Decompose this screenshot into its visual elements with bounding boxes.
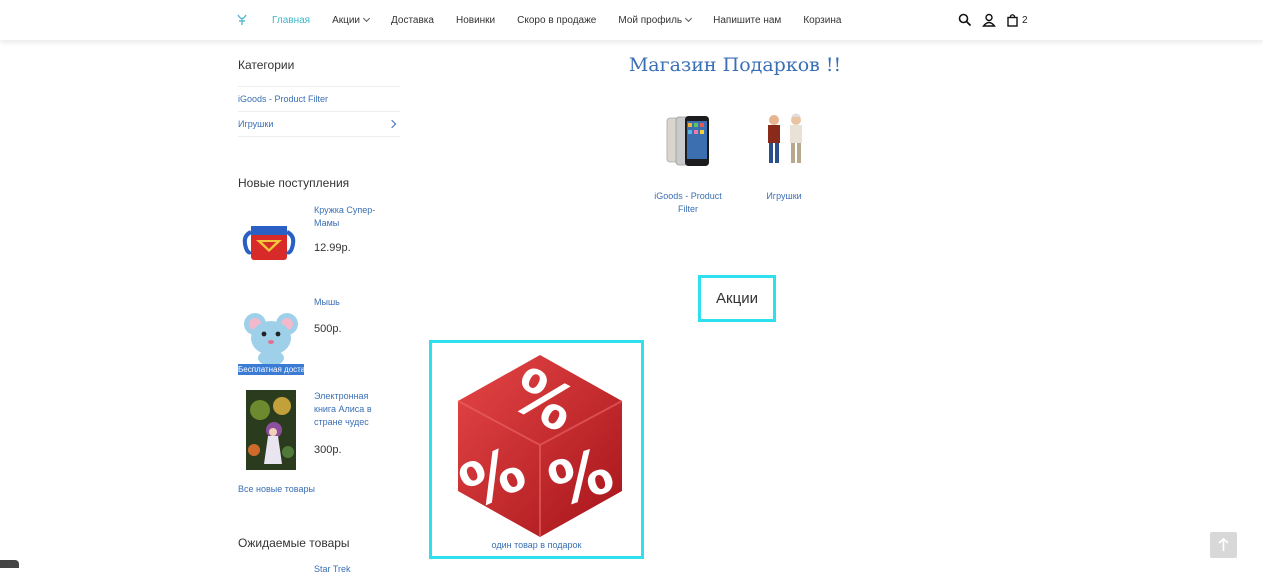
nav-coming-soon[interactable]: Скоро в продаже — [517, 15, 596, 26]
nav-my-profile-label: Мой профиль — [618, 14, 683, 26]
user-icon[interactable] — [982, 13, 996, 27]
chevron-down-icon — [362, 14, 371, 23]
sidebar-category-label: Игрушки — [238, 119, 274, 129]
sidebar-category-igoods[interactable]: iGoods - Product Filter — [238, 87, 400, 112]
new-arrivals-heading: Новые поступления — [238, 176, 350, 190]
chevron-down-icon — [685, 14, 693, 23]
cart-icon[interactable] — [1006, 13, 1020, 27]
promotions-heading: Акции — [698, 275, 776, 322]
nav-promotions[interactable]: Акции — [332, 14, 371, 26]
toy-figures-image[interactable] — [744, 106, 824, 176]
sidebar-category-toys[interactable]: Игрушки — [238, 112, 400, 137]
nav-delivery[interactable]: Доставка — [391, 15, 434, 26]
nav-contact[interactable]: Напишите нам — [713, 15, 781, 26]
nav-new[interactable]: Новинки — [456, 15, 495, 26]
all-new-products-link[interactable]: Все новые товары — [238, 484, 315, 494]
mug-image[interactable] — [238, 204, 304, 284]
chevron-right-icon[interactable] — [387, 119, 397, 129]
settings-corner-icon[interactable] — [0, 560, 19, 568]
category-card-label: iGoods - Product Filter — [654, 191, 722, 214]
category-card-igoods[interactable]: iGoods - Product Filter — [648, 106, 728, 216]
nav-promotions-label: Акции — [332, 14, 361, 26]
iphone-image[interactable] — [648, 106, 728, 176]
search-icon[interactable] — [958, 13, 972, 27]
category-card-toys[interactable]: Игрушки — [744, 106, 824, 203]
logo-icon[interactable] — [236, 13, 248, 26]
main-nav: Главная Акции Доставка Новинки Скоро в п… — [272, 0, 863, 40]
percent-dice-image[interactable]: % % % — [432, 351, 641, 546]
sidebar-category-label: iGoods - Product Filter — [238, 94, 329, 104]
product-name-link[interactable]: Мышь — [314, 296, 386, 309]
product-price: 300р. — [314, 444, 342, 456]
product-name-link[interactable]: Электронная книга Алиса в стране чудес — [314, 390, 386, 429]
free-shipping-badge: Бесплатная доставка — [238, 364, 304, 375]
cart-count-badge: 2 — [1022, 14, 1028, 26]
promo-item-card[interactable]: % % % один товар в подарок — [429, 340, 644, 559]
top-navigation-bar: Главная Акции Доставка Новинки Скоро в п… — [0, 0, 1263, 40]
book-cover-image[interactable] — [238, 390, 304, 470]
promotions-heading-text: Акции — [716, 290, 758, 307]
nav-home[interactable]: Главная — [272, 15, 310, 26]
nav-cart[interactable]: Корзина — [803, 15, 841, 26]
product-name-link[interactable]: Кружка Супер-Мамы — [314, 204, 386, 230]
product-price: 500р. — [314, 323, 342, 335]
categories-heading: Категории — [238, 58, 295, 72]
page-title: Магазин Подарков !! — [628, 54, 842, 76]
promo-item-label[interactable]: один товар в подарок — [432, 540, 641, 550]
header-icons: 2 — [958, 13, 1028, 27]
product-price: 12.99р. — [314, 242, 351, 254]
categories-list: iGoods - Product Filter Игрушки — [238, 86, 400, 137]
category-card-label: Игрушки — [766, 191, 802, 201]
scroll-to-top-button[interactable] — [1210, 532, 1237, 558]
nav-my-profile[interactable]: Мой профиль — [618, 14, 693, 26]
expected-products-heading: Ожидаемые товары — [238, 536, 350, 550]
expected-product-link[interactable]: Star Trek — [314, 564, 351, 574]
